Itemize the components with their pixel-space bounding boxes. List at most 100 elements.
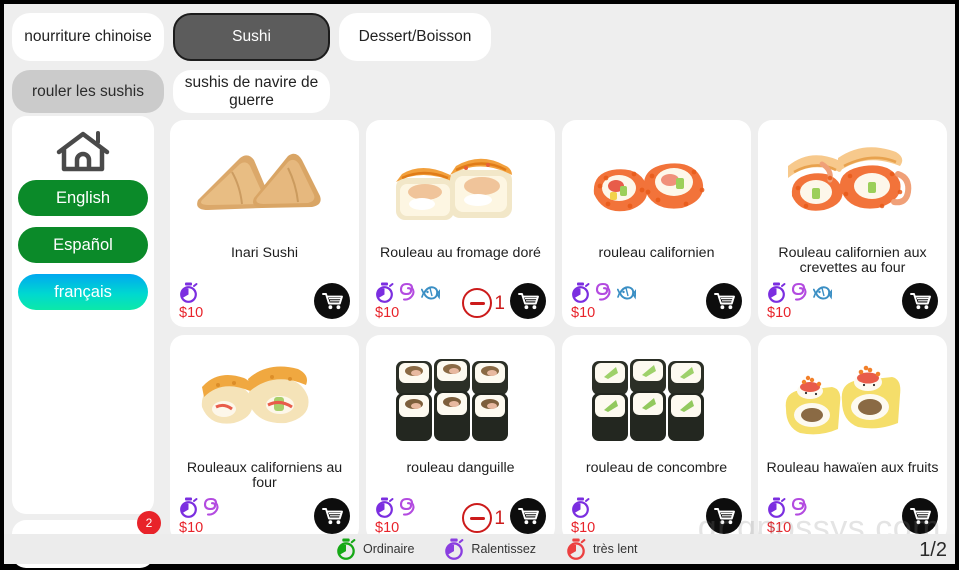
add-to-cart-button[interactable] bbox=[314, 283, 350, 319]
product-image-inari bbox=[197, 153, 321, 210]
product-price: $10 bbox=[375, 305, 400, 321]
quantity-value: 1 bbox=[494, 507, 505, 529]
panier-badge-count: 2 bbox=[137, 511, 161, 535]
product-card[interactable]: Inari Sushi $10 bbox=[170, 120, 359, 327]
product-image-cheese-roll bbox=[396, 158, 512, 220]
category-tab-bar: nourriture chinoise Sushi Dessert/Boisso… bbox=[4, 4, 955, 113]
fish-blue-icon bbox=[617, 286, 636, 300]
primary-tab-row: nourriture chinoise Sushi Dessert/Boisso… bbox=[12, 13, 947, 61]
stopwatch-red-icon bbox=[567, 538, 586, 560]
product-icon-row bbox=[571, 497, 590, 518]
product-price: $10 bbox=[179, 305, 204, 321]
product-icon-row bbox=[375, 497, 417, 518]
stopwatch-purple-icon bbox=[376, 497, 394, 518]
stopwatch-purple-icon bbox=[572, 497, 590, 518]
spiral-magenta-icon bbox=[399, 497, 415, 516]
stopwatch-purple-icon bbox=[572, 282, 590, 303]
fish-blue-icon bbox=[813, 286, 832, 300]
product-card[interactable]: rouleau de concombre $10 bbox=[562, 335, 751, 542]
product-title: Rouleau au fromage doré bbox=[380, 245, 541, 261]
spiral-magenta-icon bbox=[791, 497, 807, 516]
stopwatch-purple-icon bbox=[768, 497, 786, 518]
product-title: rouleau danguille bbox=[406, 460, 515, 476]
subtab-sushis-navire-guerre[interactable]: sushis de navire de guerre bbox=[173, 70, 330, 113]
spiral-magenta-icon bbox=[203, 497, 219, 516]
subtab-rouler-les-sushis[interactable]: rouler les sushis bbox=[12, 70, 164, 113]
product-title: Rouleaux californiens au four bbox=[186, 460, 343, 492]
product-card[interactable]: Rouleau au fromage doré $10 1 bbox=[366, 120, 555, 327]
legend-label: Ordinaire bbox=[363, 542, 415, 556]
product-price: $10 bbox=[767, 305, 792, 321]
product-icon-row bbox=[767, 282, 832, 303]
stopwatch-purple-icon bbox=[445, 538, 464, 560]
product-image-cucumber-maki bbox=[592, 359, 704, 441]
product-title: rouleau de concombre bbox=[585, 460, 728, 476]
language-button-espanol[interactable]: Español bbox=[18, 227, 148, 263]
product-price: $10 bbox=[571, 305, 596, 321]
decrease-quantity-button[interactable] bbox=[462, 288, 493, 318]
product-card[interactable]: Rouleau hawaïen aux fruits $10 bbox=[758, 335, 947, 542]
product-icon-row bbox=[767, 497, 809, 518]
product-icon-row bbox=[179, 282, 198, 303]
stopwatch-green-icon bbox=[337, 538, 356, 560]
product-title: Inari Sushi bbox=[230, 245, 299, 261]
product-icon-row bbox=[375, 282, 440, 303]
language-button-francais[interactable]: français bbox=[18, 274, 148, 310]
shopping-cart-icon bbox=[517, 508, 539, 525]
decrease-quantity-button[interactable] bbox=[462, 503, 493, 533]
add-to-cart-button[interactable] bbox=[902, 283, 938, 319]
product-card[interactable]: Rouleau californien aux crevettes au fou… bbox=[758, 120, 947, 327]
legend-label: Ralentissez bbox=[471, 542, 537, 556]
quantity-stepper: 1 bbox=[462, 503, 505, 533]
add-to-cart-button[interactable] bbox=[902, 498, 938, 534]
stopwatch-purple-icon bbox=[180, 497, 198, 518]
spice-legend-bar: Ordinaire Ralentissez très lent bbox=[4, 534, 955, 564]
shopping-cart-icon bbox=[321, 508, 343, 525]
product-card[interactable]: Rouleaux californiens au four $10 bbox=[170, 335, 359, 542]
product-icon-row bbox=[571, 282, 636, 303]
shopping-cart-icon bbox=[713, 508, 735, 525]
tab-dessert-boisson[interactable]: Dessert/Boisson bbox=[339, 13, 491, 61]
fish-blue-icon bbox=[421, 286, 440, 300]
home-icon[interactable] bbox=[54, 128, 112, 174]
shopping-cart-icon bbox=[517, 293, 539, 310]
shopping-cart-icon bbox=[909, 508, 931, 525]
product-title: Rouleau californien aux crevettes au fou… bbox=[778, 245, 927, 277]
add-to-cart-button[interactable] bbox=[706, 498, 742, 534]
quantity-value: 1 bbox=[494, 292, 505, 314]
shopping-cart-icon bbox=[713, 293, 735, 310]
product-title: rouleau californien bbox=[598, 245, 715, 261]
add-to-cart-button[interactable] bbox=[510, 498, 546, 534]
product-image-eel-maki bbox=[396, 359, 508, 441]
secondary-tab-row: rouler les sushis sushis de navire de gu… bbox=[12, 70, 947, 113]
product-image-hawaiian bbox=[785, 365, 901, 435]
product-card[interactable]: rouleau danguille $10 1 bbox=[366, 335, 555, 542]
stopwatch-purple-icon bbox=[376, 282, 394, 303]
product-grid: Inari Sushi $10 Rouleau au fromage doré … bbox=[170, 120, 959, 542]
product-image-california bbox=[593, 163, 705, 212]
quantity-stepper: 1 bbox=[462, 288, 505, 318]
add-to-cart-button[interactable] bbox=[314, 498, 350, 534]
language-button-english[interactable]: English bbox=[18, 180, 148, 216]
product-image-shrimp-baked bbox=[788, 147, 912, 211]
shopping-cart-icon bbox=[321, 293, 343, 310]
legend-label: très lent bbox=[593, 542, 638, 556]
sidebar: English Español français bbox=[12, 116, 154, 514]
product-image-baked-cheese bbox=[201, 366, 309, 424]
stopwatch-purple-icon bbox=[180, 282, 198, 303]
legend-item-tres-lent: très lent bbox=[566, 538, 638, 560]
tab-sushi[interactable]: Sushi bbox=[173, 13, 330, 61]
add-to-cart-button[interactable] bbox=[510, 283, 546, 319]
page-indicator[interactable]: 1/2 bbox=[919, 539, 947, 562]
shopping-cart-icon bbox=[909, 293, 931, 310]
spiral-magenta-icon bbox=[791, 282, 807, 301]
pos-app-window: nourriture chinoise Sushi Dessert/Boisso… bbox=[0, 0, 959, 570]
spiral-magenta-icon bbox=[399, 282, 415, 301]
add-to-cart-button[interactable] bbox=[706, 283, 742, 319]
product-card[interactable]: rouleau californien $10 bbox=[562, 120, 751, 327]
legend-item-ralentissez: Ralentissez bbox=[444, 538, 536, 560]
spiral-magenta-icon bbox=[595, 282, 611, 301]
stopwatch-purple-icon bbox=[768, 282, 786, 303]
product-title: Rouleau hawaïen aux fruits bbox=[766, 460, 939, 476]
tab-nourriture-chinoise[interactable]: nourriture chinoise bbox=[12, 13, 164, 61]
